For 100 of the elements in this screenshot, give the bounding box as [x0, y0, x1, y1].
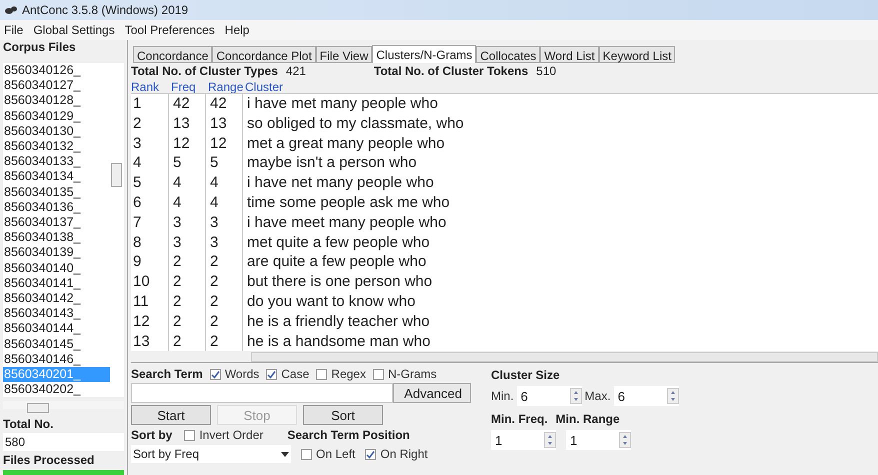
corpus-entry[interactable]: 8560340139_	[3, 245, 110, 261]
checkbox-label: Words	[224, 366, 260, 384]
min-label: Min.	[491, 388, 514, 406]
column-header[interactable]: Freq	[171, 78, 208, 93]
sidebar-title: Corpus Files	[3, 40, 77, 54]
corpus-entry[interactable]: 8560340136_	[3, 200, 110, 216]
table-cell-text: i have net many people who	[246, 173, 435, 193]
checkbox-label: N-Grams	[388, 366, 437, 384]
table-cell-text: 3	[172, 212, 182, 233]
tab[interactable]: File View	[316, 46, 372, 63]
checkbox-label: On Left	[316, 446, 356, 464]
sort-dropdown[interactable]: Sort by Freq	[131, 445, 291, 464]
table-cell-text: i have meet many people who	[246, 212, 448, 233]
checkbox-label: Regex	[331, 366, 366, 384]
table-cell-text: met a great many people who	[246, 134, 446, 154]
tab[interactable]: Concordance	[133, 46, 212, 63]
menu-item[interactable]: Global Settings	[33, 21, 115, 39]
corpus-entry[interactable]: 8560340141_	[3, 276, 110, 292]
checkbox-label: Case	[281, 366, 310, 384]
corpus-entry[interactable]: 8560340146_	[3, 352, 110, 368]
checkbox[interactable]	[301, 448, 312, 460]
checkbox-label: Invert Order	[199, 427, 264, 444]
table-cell-text: 5	[172, 153, 182, 174]
checkbox[interactable]	[184, 430, 196, 441]
table-cell-text: are quite a few people who	[246, 252, 428, 272]
menu-item[interactable]: Tool Preferences	[124, 21, 215, 39]
corpus-entry[interactable]: 8560340142_	[3, 291, 110, 306]
table-cell-text: 12	[172, 134, 191, 154]
menu-item[interactable]: Help	[224, 21, 250, 39]
tab[interactable]: Word List	[540, 46, 599, 63]
tab[interactable]: Collocates	[476, 46, 540, 63]
corpus-entry[interactable]: 8560340145_	[3, 336, 110, 352]
corpus-entry[interactable]: 8560340137_	[3, 215, 110, 230]
search-field[interactable]	[131, 383, 393, 404]
table-cell-text: so obliged to my classmate, who	[246, 114, 465, 134]
table-cell-text: 42	[209, 94, 228, 114]
column-header[interactable]: Range	[208, 78, 245, 93]
table-cell-text: 2	[132, 114, 142, 134]
table-cell-text: 2	[209, 252, 220, 272]
action-button[interactable]: Sort	[303, 405, 383, 426]
corpus-entry[interactable]: 8560340128_	[3, 93, 110, 109]
tab[interactable]: Clusters/N-Grams	[372, 45, 476, 63]
table-cell-text: 13	[172, 114, 191, 134]
types-label: Total No. of Cluster Types	[131, 62, 278, 80]
tokens-value: 510	[536, 62, 556, 80]
column-header[interactable]: Rank	[131, 78, 171, 93]
table-cell-text: 13	[209, 114, 228, 134]
table-cell-text: 2	[209, 272, 220, 292]
corpus-entry[interactable]: 8560340138_	[3, 230, 110, 246]
table-cell-text: 5	[209, 153, 220, 174]
corpus-entry[interactable]: 8560340130_	[3, 124, 110, 140]
spinner-icon[interactable]	[619, 432, 631, 448]
number-field[interactable]: 1	[566, 430, 631, 450]
table-cell-text: 9	[132, 252, 142, 272]
spinner-icon[interactable]	[544, 432, 556, 448]
spinner-icon[interactable]	[666, 388, 679, 404]
column-header[interactable]: Cluster	[245, 78, 284, 93]
table-cell-text: 2	[209, 292, 220, 312]
corpus-entry[interactable]: 8560340129_	[3, 108, 110, 124]
checkbox[interactable]	[266, 368, 278, 380]
number-field[interactable]: 1	[491, 430, 556, 450]
corpus-entry[interactable]: 8560340133_	[3, 154, 110, 170]
types-value: 421	[286, 62, 307, 80]
tab[interactable]: Concordance Plot	[212, 46, 316, 63]
corpus-entry[interactable]: 8560340202_	[3, 382, 110, 398]
corpus-entry[interactable]: 8560340144_	[3, 321, 110, 337]
table-cell-text: 2	[172, 252, 182, 272]
corpus-entry[interactable]: 8560340132_	[3, 139, 110, 154]
table-cell-text: i have met many people who	[246, 94, 439, 114]
table-cell-text: 4	[209, 192, 220, 213]
position-label: Search Term Position	[287, 427, 410, 444]
table-cell-text: 4	[132, 153, 142, 174]
table-cell-text: 11	[132, 292, 150, 312]
number-field[interactable]: 6	[516, 386, 582, 406]
checkbox[interactable]	[210, 368, 221, 380]
spinner-icon[interactable]	[570, 388, 582, 404]
corpus-entry[interactable]: 8560340140_	[3, 260, 110, 276]
table-cell-text: 6	[132, 192, 142, 213]
table-cell-text: he is a handsome man who	[246, 332, 432, 352]
checkbox[interactable]	[365, 448, 376, 460]
table-cell-text: 4	[172, 173, 182, 193]
corpus-entry[interactable]: 8560340143_	[3, 306, 110, 322]
checkbox[interactable]	[372, 368, 384, 380]
action-button[interactable]: Start	[131, 405, 211, 426]
min-freq-label: Min. Freq.	[491, 411, 548, 428]
tab[interactable]: Keyword List	[598, 46, 676, 63]
table-cell-text: but there is one person who	[246, 272, 434, 292]
corpus-entry[interactable]: 8560340134_	[3, 169, 110, 185]
corpus-entry[interactable]: 8560340126_	[3, 63, 110, 78]
table-cell-text: 8	[132, 232, 142, 252]
number-field[interactable]: 6	[614, 386, 679, 406]
corpus-entry[interactable]: 8560340127_	[3, 78, 110, 94]
table-cell-text: 12	[132, 312, 151, 332]
advanced-button[interactable]: Advanced	[393, 383, 471, 404]
table-cell-text: 3	[132, 134, 142, 154]
table-cell-text: time some people ask me who	[246, 192, 451, 213]
checkbox[interactable]	[316, 368, 328, 380]
table-cell-text: 13	[132, 332, 151, 352]
menu-item[interactable]: File	[4, 21, 24, 39]
corpus-entry[interactable]: 8560340135_	[3, 184, 110, 200]
